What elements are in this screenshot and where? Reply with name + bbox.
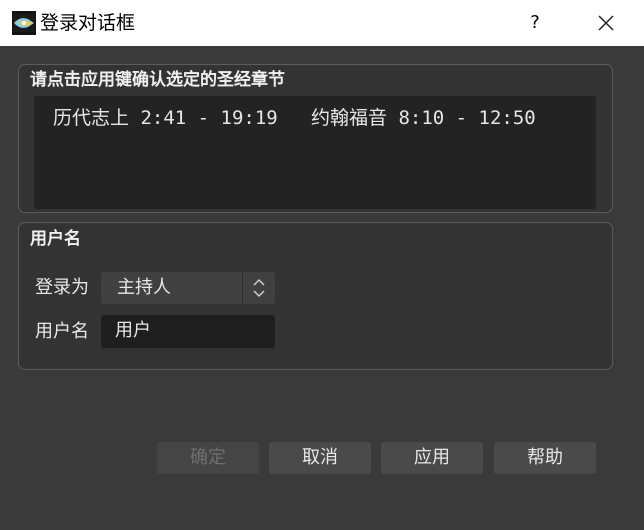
verse-item[interactable]: 约翰福音 8:10 - 12:50 [311, 105, 536, 131]
close-button[interactable] [586, 8, 626, 38]
up-down-chevron-icon[interactable] [243, 272, 275, 304]
verse-item[interactable]: 历代志上 2:41 - 19:19 [53, 105, 278, 131]
close-icon [598, 15, 614, 31]
user-group-title: 用户名 [30, 229, 81, 249]
verses-group-title: 请点击应用键确认选定的圣经章节 [30, 70, 285, 90]
login-as-dropdown[interactable]: 主持人 [101, 272, 275, 304]
login-as-label: 登录为 [35, 277, 89, 298]
username-field[interactable]: 用户 [101, 315, 275, 348]
window-title: 登录对话框 [40, 12, 136, 34]
verses-list[interactable]: 历代志上 2:41 - 19:19 约翰福音 8:10 - 12:50 [34, 96, 596, 209]
user-group: 用户名 登录为 主持人 用户名 用户 [18, 222, 613, 370]
username-label: 用户名 [35, 321, 89, 342]
cancel-button[interactable]: 取消 [269, 442, 371, 474]
ok-button[interactable]: 确定 [157, 442, 259, 474]
help-icon-button[interactable]: ? [520, 8, 550, 38]
verses-group: 请点击应用键确认选定的圣经章节 历代志上 2:41 - 19:19 约翰福音 8… [18, 64, 613, 213]
login-as-value: 主持人 [117, 277, 171, 298]
app-logo-icon [12, 11, 36, 35]
title-bar: 登录对话框 ? [0, 0, 644, 46]
help-button[interactable]: 帮助 [494, 442, 596, 474]
apply-button[interactable]: 应用 [381, 442, 483, 474]
username-value: 用户 [115, 320, 151, 341]
